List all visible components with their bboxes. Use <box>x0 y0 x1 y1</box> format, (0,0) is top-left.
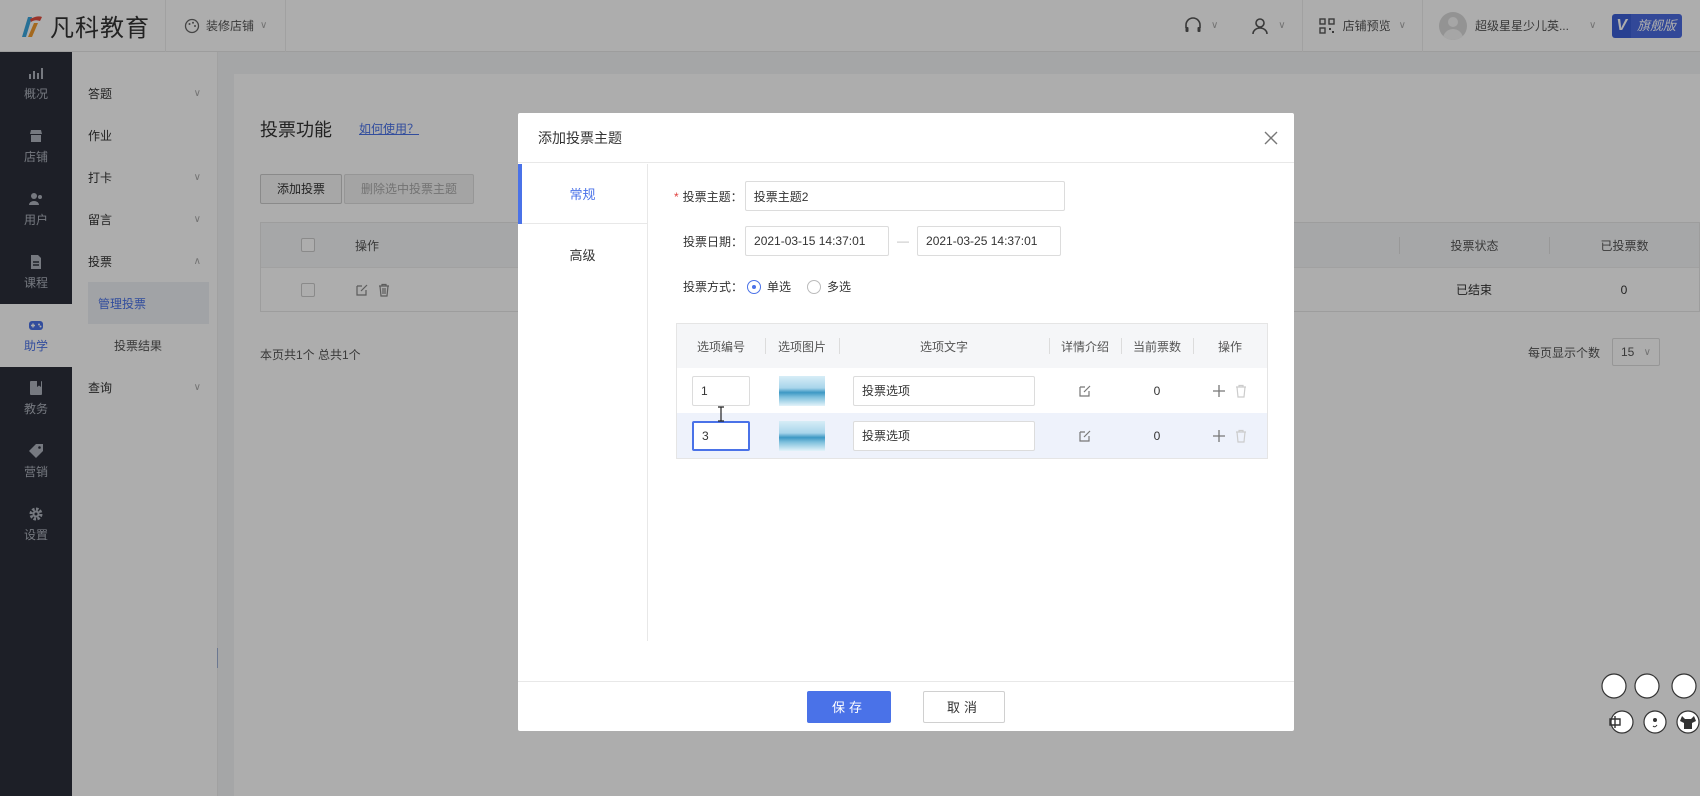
option-text-input[interactable]: 投票选项 <box>853 420 1035 451</box>
required-mark: * <box>674 189 679 204</box>
floating-sticker-widget[interactable] <box>1600 668 1700 738</box>
single-choice-label: 单选 <box>767 280 792 294</box>
text-cursor-icon <box>718 406 724 422</box>
col-option-detail: 详情介绍 <box>1049 324 1121 368</box>
modal-header: 添加投票主题 <box>518 113 1294 163</box>
save-button[interactable]: 保存 <box>807 690 891 723</box>
multi-choice-label: 多选 <box>827 280 852 294</box>
trash-icon[interactable] <box>1234 384 1248 398</box>
modal-footer: 保存 取消 <box>518 681 1294 731</box>
mode-label: 投票方式： <box>683 280 744 294</box>
option-votes: 0 <box>1153 428 1161 443</box>
date-separator: — <box>897 234 910 248</box>
col-option-text: 选项文字 <box>839 324 1049 368</box>
tab-advanced[interactable]: 高级 <box>518 224 647 284</box>
modal-tabs: 常规 高级 <box>518 164 648 641</box>
cancel-button[interactable]: 取消 <box>923 690 1005 723</box>
add-vote-modal: 添加投票主题 常规 高级 * 投票主题： 投票主题2 投票日期： 2021-03-… <box>518 113 1294 731</box>
col-option-actions: 操作 <box>1193 324 1267 368</box>
tab-label: 高级 <box>569 247 596 263</box>
start-date-input[interactable]: 2021-03-15 14:37:01 <box>745 226 890 256</box>
option-number-input[interactable]: 3 <box>692 420 750 451</box>
option-row: 1 投票选项 0 <box>677 368 1267 413</box>
multi-choice-radio[interactable] <box>807 279 822 294</box>
tab-label: 常规 <box>569 187 596 202</box>
single-choice-radio[interactable] <box>747 279 762 294</box>
date-label: 投票日期： <box>683 234 744 249</box>
subject-input[interactable]: 投票主题2 <box>744 181 1065 211</box>
edit-icon[interactable] <box>1078 429 1092 443</box>
option-number-input[interactable]: 1 <box>692 375 750 406</box>
options-table-header: 选项编号 选项图片 选项文字 详情介绍 当前票数 操作 <box>677 324 1267 368</box>
plus-icon[interactable] <box>1212 384 1226 398</box>
option-row: 3 投票选项 0 <box>677 413 1267 458</box>
col-option-votes: 当前票数 <box>1121 324 1193 368</box>
subject-label: * 投票主题： <box>674 189 743 204</box>
end-date-input[interactable]: 2021-03-25 14:37:01 <box>917 226 1062 256</box>
plus-icon[interactable] <box>1212 429 1226 443</box>
tab-general[interactable]: 常规 <box>518 164 647 224</box>
options-table: 选项编号 选项图片 选项文字 详情介绍 当前票数 操作 1 投票选项 0 3 投… <box>676 323 1268 459</box>
modal-title: 添加投票主题 <box>538 129 622 146</box>
col-option-image: 选项图片 <box>765 324 839 368</box>
option-image[interactable] <box>779 375 825 406</box>
trash-icon[interactable] <box>1234 429 1248 443</box>
option-votes: 0 <box>1153 383 1161 398</box>
option-text-input[interactable]: 投票选项 <box>853 375 1035 406</box>
edit-icon[interactable] <box>1078 384 1092 398</box>
option-image[interactable] <box>779 420 825 451</box>
col-option-number: 选项编号 <box>696 339 745 354</box>
close-icon[interactable] <box>1262 129 1280 147</box>
